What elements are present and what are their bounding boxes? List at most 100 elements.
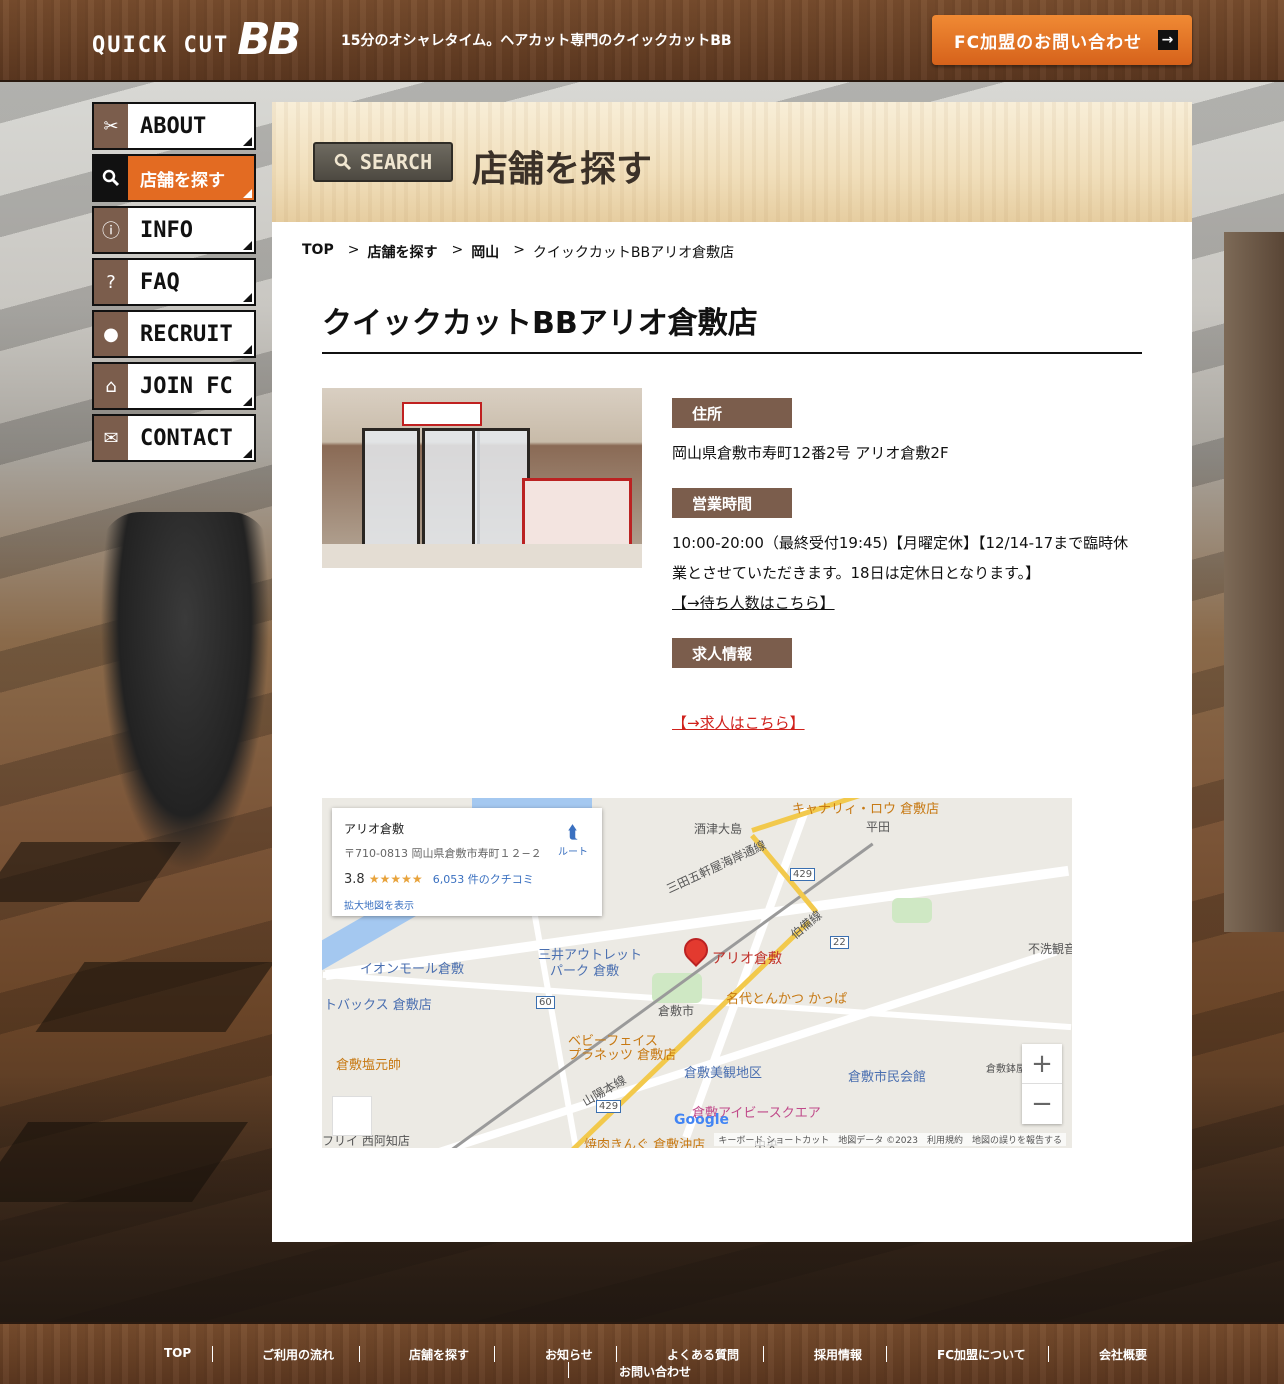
footer-separator — [359, 1346, 360, 1362]
footer-link-contact[interactable]: お問い合わせ — [619, 1363, 691, 1381]
rating-stars-icon: ★★★★★ — [368, 872, 423, 886]
scissors-icon: ✂ — [94, 104, 128, 148]
footer-separator — [616, 1346, 617, 1362]
footer-link-company[interactable]: 会社概要 — [1099, 1346, 1147, 1364]
person-icon: ● — [94, 312, 128, 356]
info-icon: ⓘ — [94, 208, 128, 252]
google-map[interactable]: キャナリィ・ロウ 倉敷店 平田 酒津大島 三田五軒屋海岸通線 伯備線 不洗観音 … — [322, 798, 1072, 1148]
question-icon: ? — [94, 260, 128, 304]
site-footer: TOP ご利用の流れ 店舗を探す お知らせ よくある質問 採用情報 FC加盟につ… — [0, 1322, 1284, 1384]
sidebar-item-info[interactable]: ⓘ INFO — [92, 206, 256, 254]
barber-chair-image — [100, 512, 270, 872]
sidebar-item-label: RECRUIT — [140, 321, 233, 347]
logo-quick-cut: QUICK CUT — [92, 33, 230, 58]
route-shield: 429 — [790, 868, 816, 881]
search-icon — [94, 156, 128, 200]
zoom-in-button[interactable]: + — [1022, 1044, 1062, 1084]
page-title: 店舗を探す — [472, 149, 653, 190]
map-label: 三田五軒屋海岸通線 — [664, 837, 769, 897]
hours-label: 営業時間 — [672, 488, 792, 518]
sidebar-item-faq[interactable]: ? FAQ — [92, 258, 256, 306]
footer-link-fc[interactable]: FC加盟について — [937, 1346, 1026, 1364]
site-tagline: 15分のオシャレタイム。ヘアカット専門のクイックカットBB — [341, 33, 732, 49]
directions-label: ルート — [558, 847, 588, 858]
breadcrumb-separator: > — [347, 242, 360, 258]
corner-triangle-icon — [243, 137, 252, 146]
site-header: QUICK CUT BB 15分のオシャレタイム。ヘアカット専門のクイックカット… — [0, 0, 1284, 82]
fc-inquiry-button[interactable]: FC加盟のお問い合わせ → — [932, 15, 1192, 65]
map-label: 酒津大島 — [694, 822, 743, 836]
map-label: 倉敷美観地区 — [684, 1066, 763, 1081]
store-info: 住所 岡山県倉敷市寿町12番2号 アリオ倉敷2F 営業時間 10:00-20:0… — [672, 398, 1142, 738]
address-value: 岡山県倉敷市寿町12番2号 アリオ倉敷2F — [672, 444, 949, 462]
breadcrumb-store-search[interactable]: 店舗を探す — [367, 242, 437, 262]
breadcrumb: TOP > 店舗を探す > 岡山 > クイックカットBBアリオ倉敷店 — [302, 242, 734, 262]
sidebar-item-label: INFO — [140, 217, 193, 243]
sidebar-item-contact[interactable]: ✉ CONTACT — [92, 414, 256, 462]
corner-triangle-icon — [243, 189, 252, 198]
map-label-ario: アリオ倉敷 — [712, 951, 782, 967]
map-label: 平田 — [866, 820, 891, 834]
place-rating: 3.8 ★★★★★ 6,053 件のクチコミ — [344, 871, 590, 887]
map-label: パーク 倉敷 — [550, 964, 620, 979]
sidebar-item-label: 店舗を探す — [140, 170, 225, 191]
sidebar-item-label: FAQ — [140, 269, 180, 295]
breadcrumb-okayama[interactable]: 岡山 — [471, 242, 499, 262]
breadcrumb-separator: > — [451, 242, 464, 258]
sidebar-item-recruit[interactable]: ● RECRUIT — [92, 310, 256, 358]
sidebar-item-search[interactable]: 店舗を探す — [92, 154, 256, 202]
directions-button[interactable]: ⮬ ルート — [558, 822, 588, 858]
rating-value: 3.8 — [344, 872, 365, 887]
google-logo: Google — [674, 1112, 730, 1128]
map-label: 倉敷塩元帥 — [336, 1058, 402, 1073]
sidebar-item-about[interactable]: ✂ ABOUT — [92, 102, 256, 150]
sidebar-item-label: CONTACT — [140, 425, 233, 451]
store-name-heading: クイックカットBBアリオ倉敷店 — [322, 298, 1142, 354]
route-shield: 429 — [596, 1100, 622, 1113]
map-label: 名代とんかつ かっぱ — [726, 992, 848, 1007]
side-navigation: ✂ ABOUT 店舗を探す ⓘ INFO ? FAQ ● RECRUIT ⌂ J… — [92, 102, 256, 466]
wait-count-link[interactable]: 【→待ち人数はこちら】 — [672, 588, 835, 618]
larger-map-link[interactable]: 拡大地図を表示 — [344, 897, 590, 912]
store-photo — [322, 388, 642, 568]
site-logo[interactable]: QUICK CUT BB — [92, 14, 301, 65]
magnifier-icon — [334, 153, 351, 171]
logo-bb: BB — [237, 14, 301, 65]
main-content: SEARCH 店舗を探す TOP > 店舗を探す > 岡山 > クイックカットB… — [272, 102, 1192, 1242]
corner-triangle-icon — [243, 397, 252, 406]
footer-link-top[interactable]: TOP — [164, 1346, 191, 1364]
map-label: 倉敷市 — [658, 1004, 695, 1018]
corner-triangle-icon — [243, 449, 252, 458]
address-label: 住所 — [672, 398, 792, 428]
map-label: トバックス 倉敷店 — [324, 998, 432, 1013]
corner-triangle-icon — [243, 345, 252, 354]
footer-link-faq[interactable]: よくある質問 — [667, 1346, 739, 1364]
place-address: 〒710-0813 岡山県倉敷市寿町１２−２ — [344, 847, 542, 860]
sidebar-item-label: JOIN FC — [140, 373, 233, 399]
footer-link-flow[interactable]: ご利用の流れ — [262, 1346, 334, 1364]
footer-link-recruit[interactable]: 採用情報 — [814, 1346, 862, 1364]
map-label: イオンモール倉敷 — [360, 962, 465, 977]
sidebar-item-join-fc[interactable]: ⌂ JOIN FC — [92, 362, 256, 410]
corner-triangle-icon — [243, 241, 252, 250]
map-label: 倉敷鉢屋 — [986, 1064, 1026, 1075]
map-label: 倉敷市民会館 — [848, 1070, 927, 1085]
breadcrumb-current: クイックカットBBアリオ倉敷店 — [532, 245, 735, 261]
fc-inquiry-label: FC加盟のお問い合わせ — [954, 32, 1143, 53]
page-header-banner: SEARCH 店舗を探す — [272, 102, 1192, 222]
map-copyright[interactable]: キーボード ショートカット 地図データ ©2023 利用規約 地図の誤りを報告す… — [714, 1133, 1066, 1146]
street-view-button[interactable] — [332, 1096, 372, 1136]
footer-link-store-search[interactable]: 店舗を探す — [409, 1346, 469, 1364]
house-icon: ⌂ — [94, 364, 128, 408]
map-label: プラネッツ 倉敷店 — [568, 1048, 677, 1063]
footer-separator — [568, 1362, 569, 1378]
mail-icon: ✉ — [94, 416, 128, 460]
footer-separator — [212, 1346, 213, 1362]
breadcrumb-top[interactable]: TOP — [302, 242, 334, 262]
recruit-link[interactable]: 【→求人はこちら】 — [672, 708, 805, 738]
zoom-out-button[interactable]: − — [1022, 1084, 1062, 1124]
route-shield: 22 — [830, 936, 849, 949]
reviews-link[interactable]: 6,053 件のクチコミ — [433, 873, 534, 886]
map-label: 焼肉きんぐ 倉敷沖店 — [584, 1138, 706, 1148]
zoom-controls: + − — [1022, 1044, 1062, 1124]
